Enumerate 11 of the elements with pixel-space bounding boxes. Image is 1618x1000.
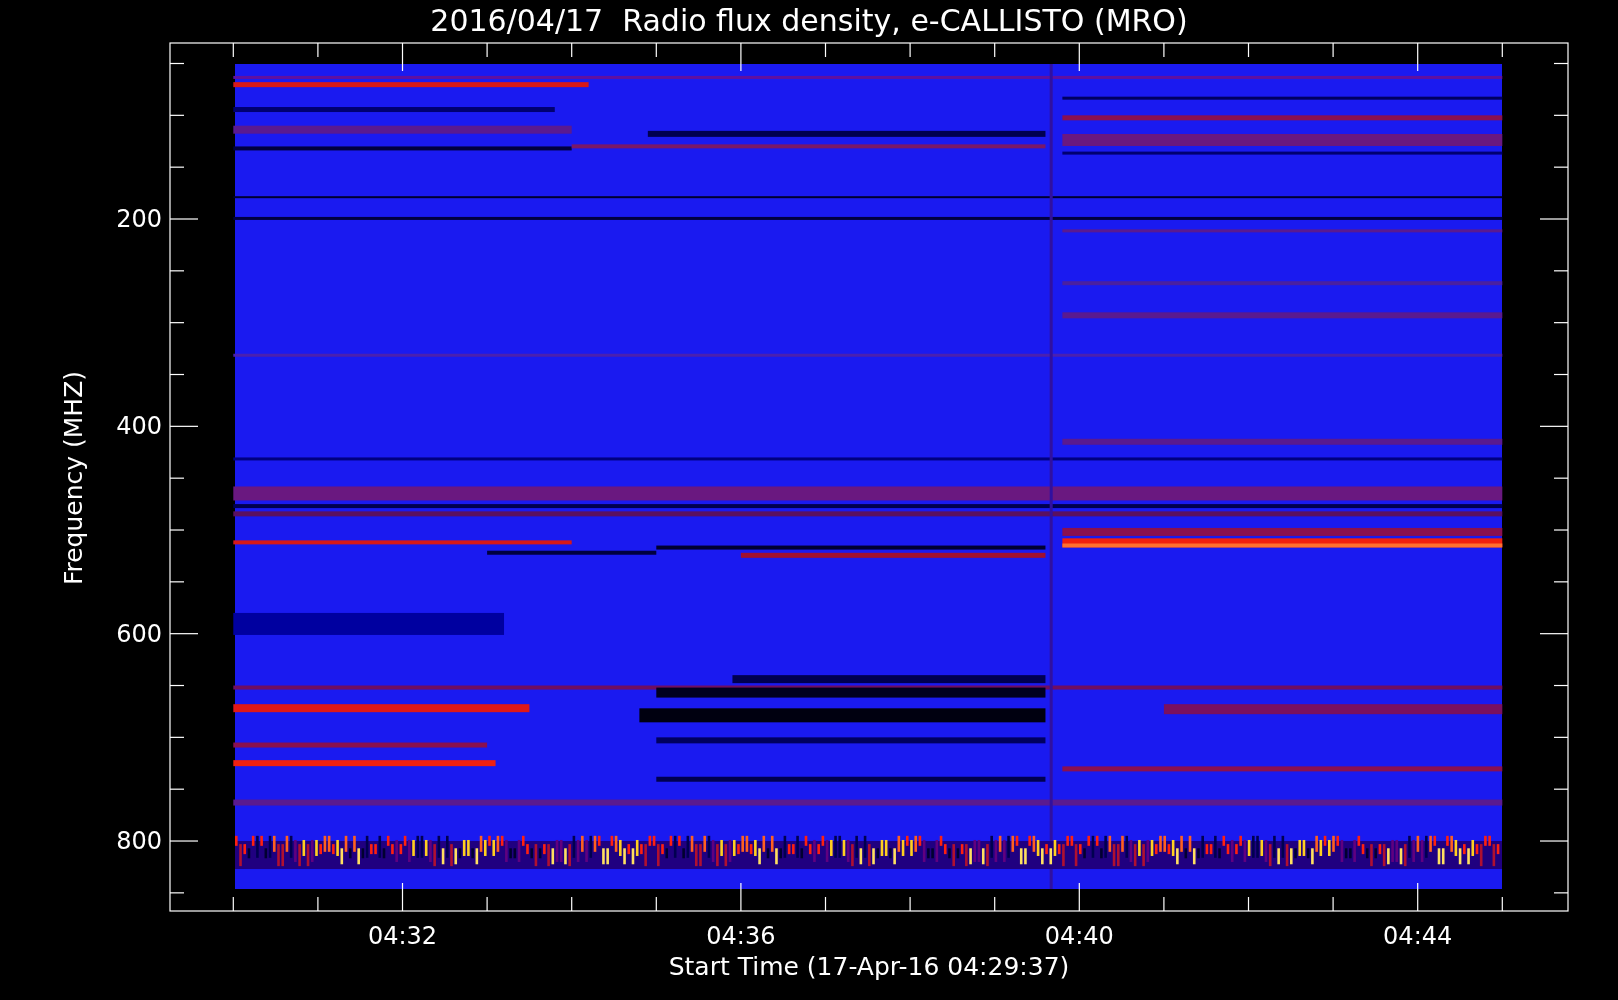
chart-title: 2016/04/17 Radio flux density, e-CALLISTO (MRO) [429, 2, 1189, 40]
x-tick-label: 04:40 [1043, 922, 1115, 950]
x-tick-label: 04:44 [1382, 922, 1454, 950]
y-axis-label: Frequency (MHZ) [59, 370, 89, 586]
y-tick-label: 600 [116, 619, 162, 648]
y-tick-label: 800 [116, 827, 162, 855]
x-tick-label: 04:36 [705, 922, 777, 950]
x-tick-label: 04:32 [366, 922, 439, 950]
y-tick-label: 200 [116, 205, 162, 233]
x-axis-label: Start Time (17-Apr-16 04:29:37) [667, 952, 1071, 982]
y-tick-label: 400 [116, 412, 162, 441]
